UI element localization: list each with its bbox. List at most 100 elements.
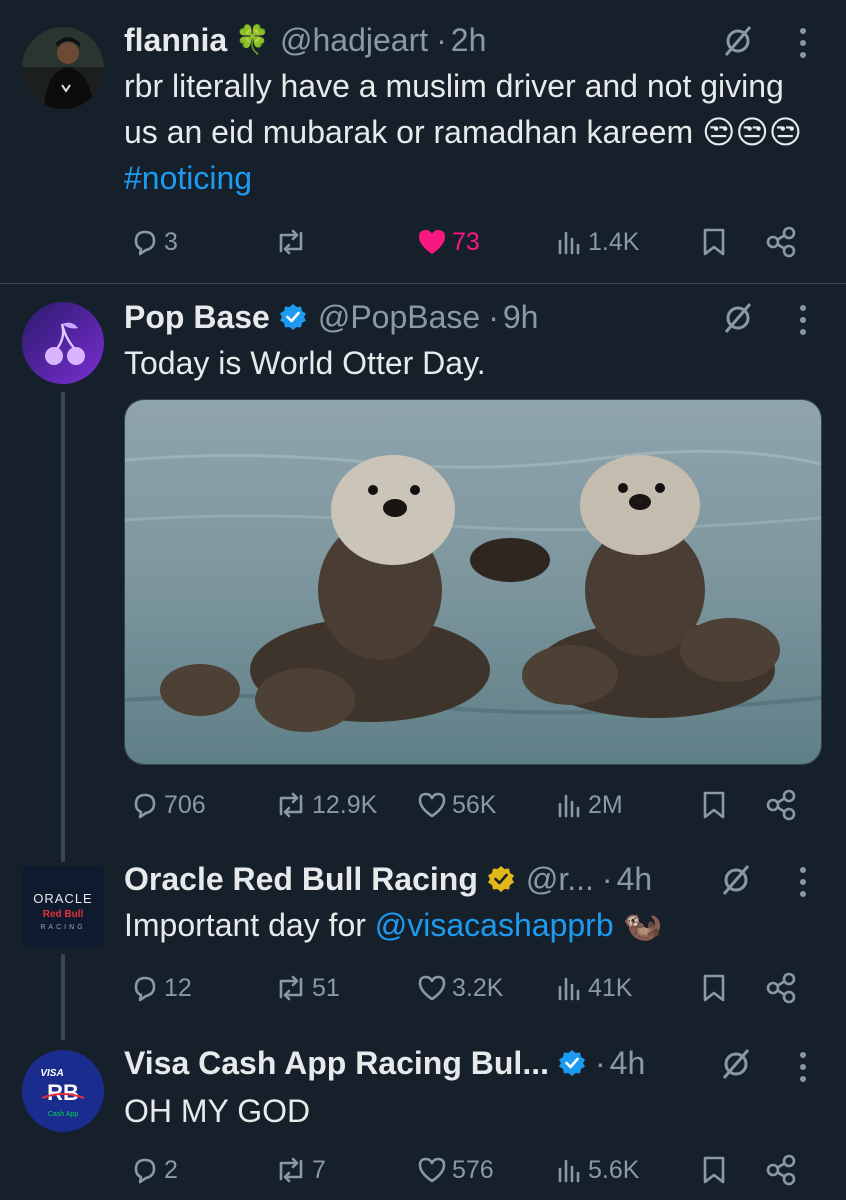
avatar-text: ORACLE [33, 891, 92, 906]
reply-button[interactable]: 2 [130, 1150, 178, 1190]
views-icon [558, 1159, 580, 1183]
repost-button[interactable]: 51 [274, 968, 340, 1008]
svg-text:VISA: VISA [40, 1068, 63, 1079]
views-count: 2M [588, 790, 623, 819]
tweet-redbull[interactable]: ORACLE Red Bull RACING Oracle Red Bull R… [0, 844, 846, 1040]
avatar[interactable]: VISA RB Cash App [22, 1050, 104, 1132]
tweet-actions: 2 7 576 5.6K [124, 1150, 814, 1190]
verified-badge-icon [279, 304, 306, 330]
tweet-text-content: Important day for [124, 907, 375, 943]
hashtag-link[interactable]: #noticing [124, 160, 252, 196]
tweet-header: flannia 🍀 @hadjeart · 2h [124, 20, 486, 60]
avatar[interactable]: ORACLE Red Bull RACING [22, 866, 104, 948]
author-name[interactable]: Oracle Red Bull Racing [124, 859, 478, 899]
grok-icon[interactable] [720, 23, 756, 59]
more-icon[interactable] [798, 1050, 808, 1084]
tweet-flannia[interactable]: flannia 🍀 @hadjeart · 2h rbr literally h… [0, 0, 846, 283]
repost-icon [279, 1157, 303, 1183]
more-icon[interactable] [798, 26, 808, 60]
separator-dot: · [601, 861, 613, 897]
bookmark-icon [703, 1156, 725, 1184]
share-icon [766, 1154, 796, 1186]
mention-link[interactable]: @visacashapprb [375, 907, 614, 943]
repost-icon [279, 792, 303, 818]
repost-button[interactable] [274, 222, 312, 262]
like-button[interactable]: 56K [416, 785, 496, 825]
share-button[interactable] [764, 968, 798, 1008]
separator-dot: · [594, 1045, 606, 1081]
repost-count: 7 [312, 1155, 326, 1184]
grok-icon[interactable] [720, 300, 756, 336]
author-handle[interactable]: @hadjeart [280, 20, 428, 60]
tweet-time[interactable]: 4h [610, 1043, 646, 1083]
bookmark-button[interactable] [700, 785, 728, 825]
tweet-actions: 3 73 1.4K [124, 222, 814, 262]
tweet-time[interactable]: 4h [617, 859, 653, 899]
tweet-time[interactable]: 9h [503, 297, 539, 337]
like-icon [418, 792, 446, 818]
tweet-visacashapp[interactable]: VISA RB Cash App Visa Cash App Racing Bu… [0, 1040, 846, 1200]
tweet-header: Oracle Red Bull Racing @r... · 4h [124, 859, 652, 899]
tweet-image[interactable] [124, 399, 822, 765]
share-icon [766, 972, 796, 1004]
like-icon [419, 230, 445, 254]
grok-icon[interactable] [718, 1046, 754, 1082]
share-button[interactable] [764, 1150, 798, 1190]
grok-icon[interactable] [718, 862, 754, 898]
bookmark-button[interactable] [700, 968, 728, 1008]
tweet-actions: 706 12.9K 56K 2M [124, 785, 814, 825]
bookmark-button[interactable] [700, 1150, 728, 1190]
author-name[interactable]: Pop Base [124, 297, 270, 337]
author-name[interactable]: flannia [124, 20, 227, 60]
repost-icon [279, 229, 303, 255]
tweet-actions: 12 51 3.2K 41K [124, 968, 814, 1008]
more-icon[interactable] [798, 303, 808, 337]
svg-text:RACING: RACING [40, 924, 85, 931]
repost-button[interactable]: 12.9K [274, 785, 377, 825]
views-button[interactable]: 41K [554, 968, 632, 1008]
tweet-text: Today is World Otter Day. [124, 345, 486, 381]
author-name[interactable]: Visa Cash App Racing Bul... [124, 1043, 549, 1083]
bookmark-icon [703, 974, 725, 1002]
otter-emoji: 🦦 [622, 907, 663, 943]
author-handle[interactable]: @PopBase [318, 297, 480, 337]
share-button[interactable] [764, 785, 798, 825]
svg-text:RB: RB [47, 1080, 79, 1105]
tweet-text: Important day for @visacashapprb 🦦 [124, 902, 804, 948]
repost-count: 12.9K [312, 790, 378, 819]
tweet-text: OH MY GOD [124, 1093, 311, 1129]
reply-icon [134, 230, 156, 256]
reply-button[interactable]: 12 [130, 968, 192, 1008]
like-button[interactable]: 73 [416, 222, 480, 262]
views-count: 41K [588, 973, 633, 1002]
avatar[interactable] [22, 27, 104, 109]
share-button[interactable] [764, 222, 798, 262]
repost-button[interactable]: 7 [274, 1150, 326, 1190]
bookmark-button[interactable] [700, 222, 728, 262]
reply-icon [134, 976, 156, 1002]
avatar[interactable] [22, 302, 104, 384]
reply-icon [134, 793, 156, 819]
tweet-time[interactable]: 2h [451, 20, 487, 60]
reply-count: 2 [164, 1155, 178, 1184]
verified-badge-icon [558, 1050, 585, 1076]
views-icon [558, 977, 580, 1001]
separator-dot: · [436, 22, 447, 58]
views-button[interactable]: 1.4K [554, 222, 639, 262]
more-icon[interactable] [798, 865, 808, 899]
tweet-header: Pop Base @PopBase · 9h [124, 297, 538, 337]
like-count: 3.2K [452, 973, 504, 1002]
verified-badge-icon [487, 866, 514, 892]
author-handle[interactable]: @r... [526, 859, 594, 899]
reply-button[interactable]: 3 [130, 222, 178, 262]
like-icon [418, 975, 446, 1001]
like-button[interactable]: 576 [416, 1150, 494, 1190]
reply-button[interactable]: 706 [130, 785, 206, 825]
views-button[interactable]: 5.6K [554, 1150, 639, 1190]
reply-icon [134, 1158, 156, 1184]
reply-count: 3 [164, 227, 178, 256]
views-button[interactable]: 2M [554, 785, 623, 825]
views-count: 1.4K [588, 227, 640, 256]
like-button[interactable]: 3.2K [416, 968, 503, 1008]
clover-emoji: 🍀 [235, 24, 270, 55]
